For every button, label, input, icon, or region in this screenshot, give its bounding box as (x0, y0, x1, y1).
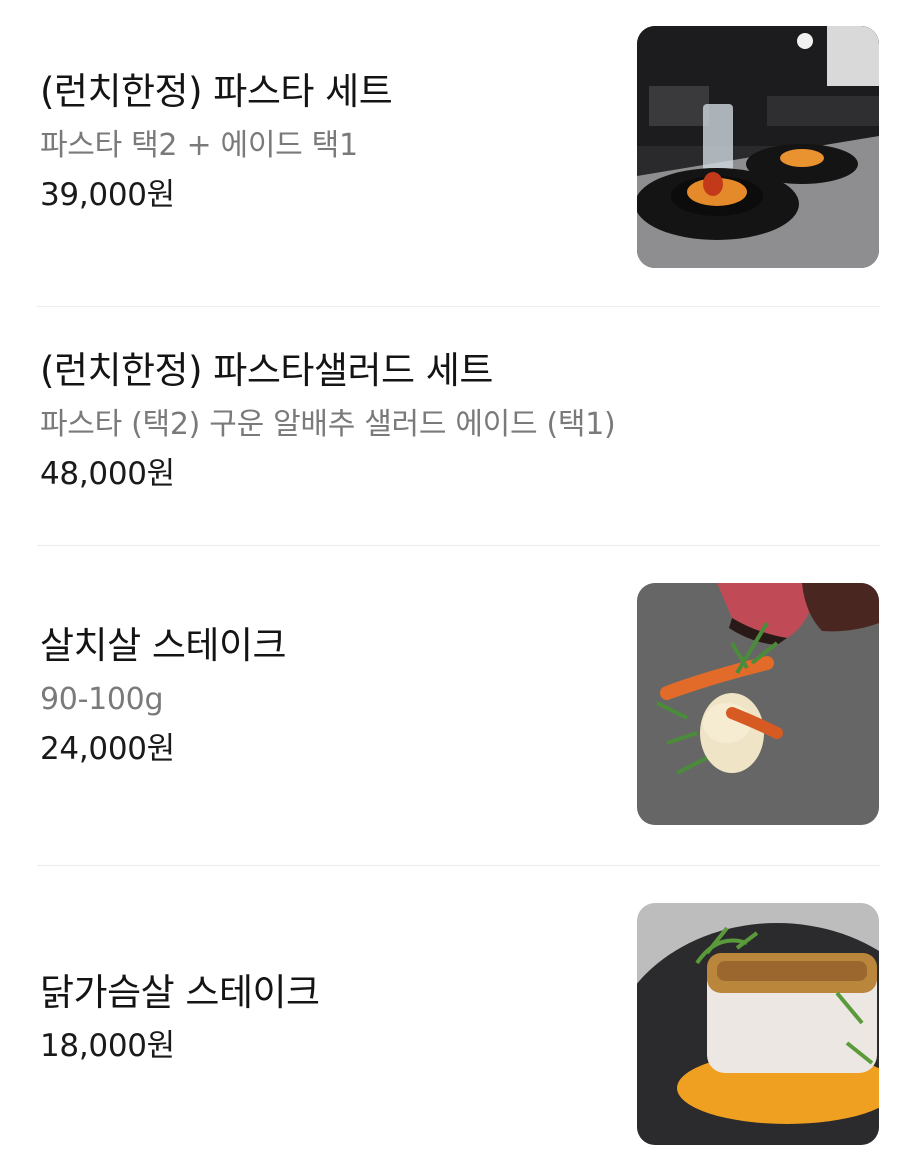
menu-item-price: 48,000원 (40, 456, 175, 492)
menu-item-name: (런치한정) 파스타 세트 (40, 70, 393, 113)
menu-item-text: (런치한정) 파스타 세트 파스타 택2 + 에이드 택1 39,000원 (40, 70, 393, 214)
menu-item-chicken-breast-steak[interactable]: 닭가슴살 스테이크 18,000원 (0, 866, 900, 1169)
menu-item-pasta-set[interactable]: (런치한정) 파스타 세트 파스타 택2 + 에이드 택1 39,000원 (0, 0, 900, 306)
menu-item-price: 18,000원 (40, 1028, 175, 1064)
menu-item-name: 살치살 스테이크 (40, 624, 287, 667)
menu-item-text: 닭가슴살 스테이크 18,000원 (40, 971, 320, 1065)
chicken-breast-steak-photo (637, 903, 879, 1145)
menu-item-price: 24,000원 (40, 731, 175, 767)
menu-item-description: 파스타 (택2) 구운 알배추 샐러드 에이드 (택1) (40, 407, 616, 442)
pasta-set-photo (637, 26, 879, 268)
menu-item-chuck-flap-steak[interactable]: 살치살 스테이크 90-100g 24,000원 (0, 546, 900, 865)
menu-item-description: 90-100g (40, 682, 164, 717)
menu-item-name: (런치한정) 파스타샐러드 세트 (40, 349, 493, 392)
chuck-flap-steak-photo (637, 583, 879, 825)
menu-item-text: (런치한정) 파스타샐러드 세트 파스타 (택2) 구운 알배추 샐러드 에이드… (40, 349, 616, 493)
menu-item-description: 파스타 택2 + 에이드 택1 (40, 128, 358, 163)
menu-item-name: 닭가슴살 스테이크 (40, 971, 320, 1014)
menu-item-text: 살치살 스테이크 90-100g 24,000원 (40, 624, 287, 768)
menu-item-price: 39,000원 (40, 177, 175, 213)
menu-item-pasta-salad-set[interactable]: (런치한정) 파스타샐러드 세트 파스타 (택2) 구운 알배추 샐러드 에이드… (0, 307, 900, 545)
